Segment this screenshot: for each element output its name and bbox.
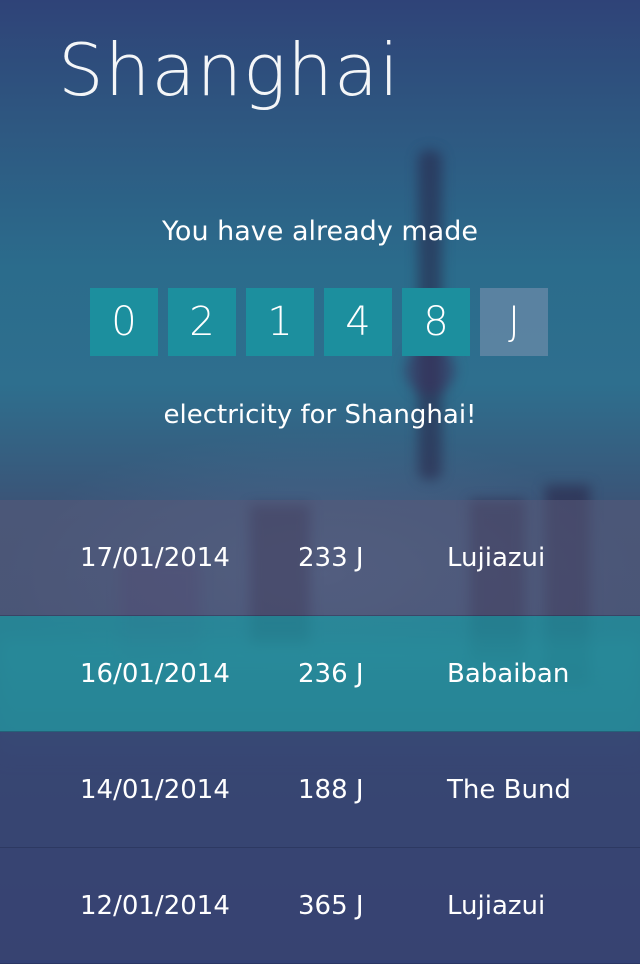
history-date: 12/01/2014: [80, 890, 230, 921]
history-energy: 233 J: [298, 542, 364, 573]
counter-digit: 1: [246, 288, 314, 356]
history-place: Lujiazui: [447, 890, 546, 921]
counter-digit: 2: [168, 288, 236, 356]
history-energy: 188 J: [298, 774, 364, 805]
history-place: Lujiazui: [447, 542, 546, 573]
history-row[interactable]: 14/01/2014 188 J The Bund: [0, 732, 640, 848]
history-place: Babaiban: [447, 658, 570, 689]
history-energy: 236 J: [298, 658, 364, 689]
history-date: 14/01/2014: [80, 774, 230, 805]
summary-outro: electricity for Shanghai!: [163, 400, 477, 430]
history-date: 16/01/2014: [80, 658, 230, 689]
history-date: 17/01/2014: [80, 542, 230, 573]
counter-digit: 8: [402, 288, 470, 356]
history-row-selected[interactable]: 16/01/2014 236 J Babaiban: [0, 616, 640, 732]
history-place: The Bund: [447, 774, 571, 805]
city-title: Shanghai: [58, 28, 401, 112]
energy-counter: 0 2 1 4 8 J: [90, 288, 548, 356]
history-list: 17/01/2014 233 J Lujiazui 16/01/2014 236…: [0, 500, 640, 964]
history-energy: 365 J: [298, 890, 364, 921]
counter-digit: 4: [324, 288, 392, 356]
counter-digit: 0: [90, 288, 158, 356]
history-row[interactable]: 17/01/2014 233 J Lujiazui: [0, 500, 640, 616]
history-row[interactable]: 12/01/2014 365 J Lujiazui: [0, 848, 640, 964]
summary-intro: You have already made: [162, 216, 478, 247]
counter-unit: J: [480, 288, 548, 356]
